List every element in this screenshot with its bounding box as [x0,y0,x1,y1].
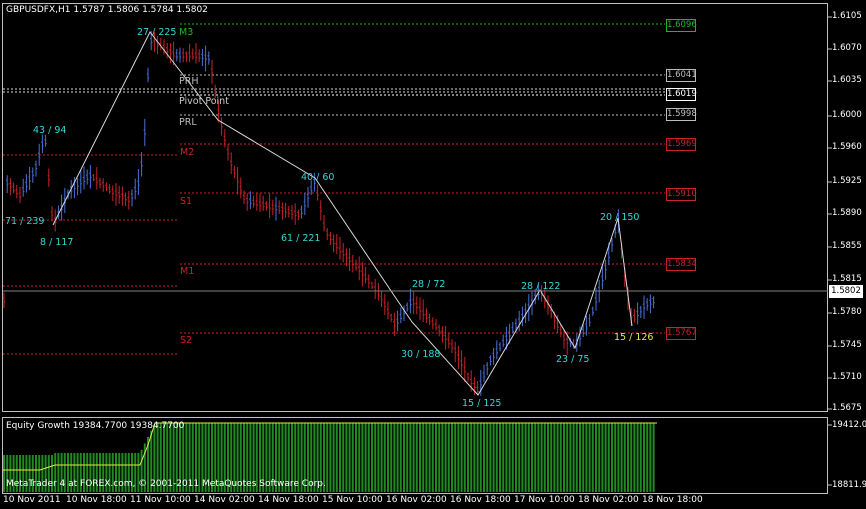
x-axis-label: 17 Nov 10:00 [514,495,575,505]
pricebox-prl: 1.5998 [666,108,697,121]
y-axis-label: 1.5745 [832,340,862,350]
pricebox-m1: 1.5834 [666,258,697,271]
zigzag-label: 61 / 221 [281,233,321,244]
zigzag-label: 8 / 117 [40,237,74,248]
x-axis-label: 16 Nov 18:00 [450,495,511,505]
zigzag-label: 71 / 239 [5,216,45,227]
y-axis-label: 1.5710 [832,372,862,382]
zigzag-label: 28 / 72 [412,279,446,290]
equity-title: Equity Growth 19384.7700 19384.7700 [6,421,185,431]
x-axis-label: 16 Nov 02:00 [386,495,447,505]
y-axis-label: 1.6000 [832,110,862,120]
y-axis-label: 1.5925 [832,176,862,186]
pricebox-prh: 1.6041 [666,69,697,82]
y-axis-label: 1.6105 [832,11,862,21]
x-axis-label: 18 Nov 02:00 [578,495,639,505]
y-axis-label: 1.6070 [832,43,862,53]
y-axis-label: 1.6035 [832,75,862,85]
level-prh: PRH [179,76,199,87]
zigzag-label: 20 / 150 [600,212,640,223]
x-axis-label: 10 Nov 2011 [3,495,61,505]
zigzag-label: 15 / 126 [614,332,654,343]
zigzag-label: 15 / 125 [462,398,502,409]
equity-y-bottom: 18811.9 [832,480,866,490]
x-axis-label: 14 Nov 02:00 [194,495,255,505]
x-axis-label: 14 Nov 18:00 [258,495,319,505]
level-m2: M2 [180,147,195,158]
zigzag-label: 40 / 60 [301,172,335,183]
y-axis-label: 1.5780 [832,307,862,317]
pricebox-s2: 1.5767 [666,327,697,340]
y-axis-label: 1.5815 [832,274,862,284]
zigzag-label: 23 / 75 [556,354,590,365]
zigzag-label: 30 / 188 [401,349,441,360]
symbol-info: GBPUSDFX,H1 1.5787 1.5806 1.5784 1.5802 [6,5,208,15]
zigzag-label: 27 / 225 [137,27,177,38]
current-price-box: 1.5802 [829,285,863,298]
copyright-footer: MetaTrader 4 at FOREX.com, © 2001-2011 M… [6,479,326,489]
level-s1: S1 [180,196,193,207]
pricebox-m3: 1.6096 [666,19,697,32]
y-axis-label: 1.5675 [832,403,862,413]
pricebox-m2: 1.5969 [666,138,697,151]
level-m1: M1 [180,266,195,277]
x-axis-label: 11 Nov 10:00 [130,495,191,505]
zigzag-label: 28 / 122 [521,281,561,292]
pricebox-pivot: 1.6019 [666,88,697,101]
level-prl: PRL [179,117,197,128]
x-axis-label: 15 Nov 10:00 [322,495,383,505]
y-axis-label: 1.5855 [832,241,862,251]
level-m3: M3 [179,27,194,38]
x-axis-label: 18 Nov 18:00 [642,495,703,505]
pricebox-s1: 1.5910 [666,188,697,201]
zigzag-label: 43 / 94 [33,125,67,136]
equity-y-top: 19412.0 [832,420,866,430]
y-axis-label: 1.5890 [832,208,862,218]
y-axis-label: 1.5960 [832,142,862,152]
level-s2: S2 [180,335,193,346]
x-axis-label: 10 Nov 18:00 [66,495,127,505]
level-pivot: Pivot Point [179,96,229,107]
